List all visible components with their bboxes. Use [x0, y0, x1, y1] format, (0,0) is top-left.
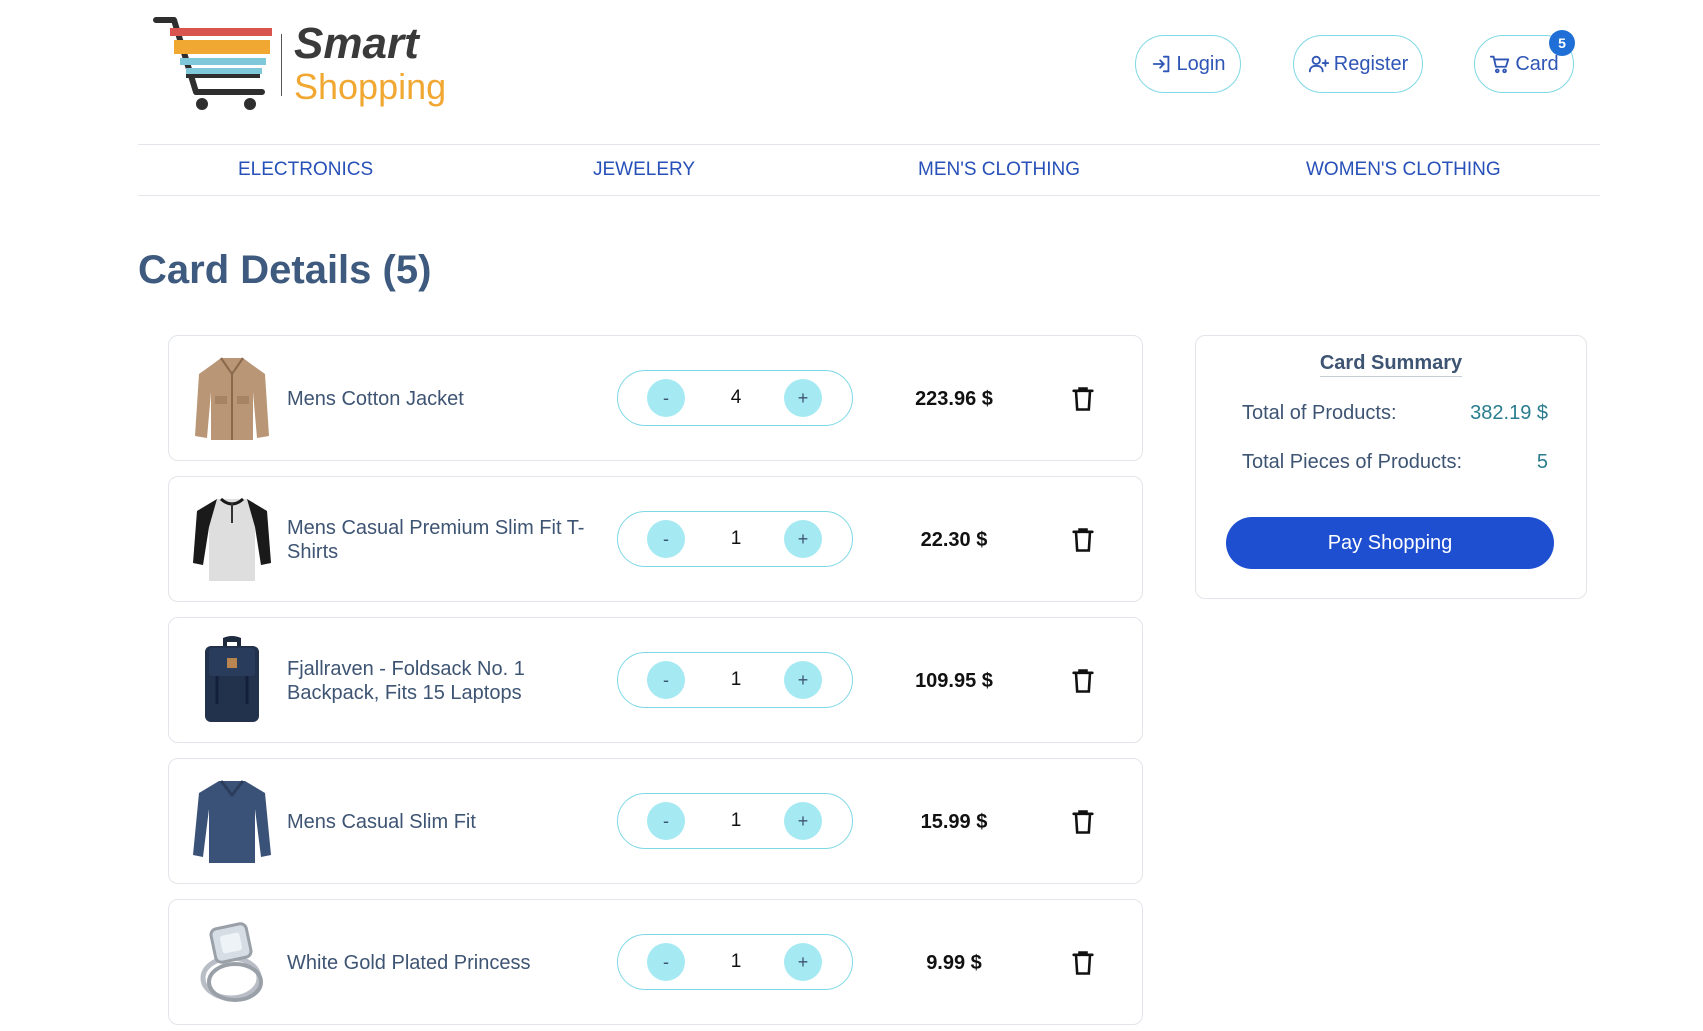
category-jewelery[interactable]: JEWELERY: [593, 159, 695, 181]
shopping-cart-logo-icon: [153, 17, 282, 110]
cart-item: Mens Cotton Jacket - 4 + 223.96 $: [168, 335, 1143, 461]
quantity-value: 1: [730, 809, 742, 831]
item-price: 15.99 $: [920, 810, 988, 833]
increase-quantity-button[interactable]: +: [784, 520, 822, 558]
product-name: Mens Casual Slim Fit: [287, 811, 476, 833]
category-nav: ELECTRONICS JEWELERY MEN'S CLOTHING WOME…: [138, 144, 1600, 196]
quantity-stepper: - 1 +: [617, 511, 853, 567]
cart-icon: [1490, 55, 1510, 74]
tshirt-icon: [193, 497, 271, 581]
item-price: 223.96 $: [915, 387, 993, 410]
trash-icon[interactable]: [1069, 808, 1097, 836]
longsleeve-icon: [193, 780, 271, 863]
product-name: Mens Cotton Jacket: [287, 388, 464, 410]
page-title: Card Details (5): [138, 248, 432, 292]
cart-summary-panel: Card Summary Total of Products: 382.19 $…: [1195, 335, 1587, 599]
category-womens-clothing[interactable]: WOMEN'S CLOTHING: [1306, 159, 1501, 181]
quantity-stepper: - 1 +: [617, 934, 853, 990]
increase-quantity-button[interactable]: +: [784, 379, 822, 417]
decrease-quantity-button[interactable]: -: [647, 661, 685, 699]
product-thumbnail: [191, 916, 273, 1008]
category-electronics[interactable]: ELECTRONICS: [238, 159, 373, 181]
cart-item: Mens Casual Slim Fit - 1 + 15.99 $: [168, 758, 1143, 884]
decrease-quantity-button[interactable]: -: [647, 520, 685, 558]
item-price: 109.95 $: [915, 669, 993, 692]
trash-icon[interactable]: [1069, 667, 1097, 695]
decrease-quantity-button[interactable]: -: [647, 802, 685, 840]
category-mens-clothing[interactable]: MEN'S CLOTHING: [918, 159, 1080, 181]
login-icon: [1152, 55, 1169, 73]
cart-item: Mens Casual Premium Slim Fit T-Shirts - …: [168, 476, 1143, 602]
quantity-value: 4: [730, 386, 742, 408]
quantity-stepper: - 4 +: [617, 370, 853, 426]
cart-label: Card: [1515, 52, 1559, 75]
cart-item: White Gold Plated Princess - 1 + 9.99 $: [168, 899, 1143, 1025]
item-price: 22.30 $: [920, 528, 988, 551]
quantity-value: 1: [730, 527, 742, 549]
brand-wordmark: Smart Shopping: [294, 20, 446, 106]
decrease-quantity-button[interactable]: -: [647, 379, 685, 417]
brand-name-bottom: Shopping: [294, 66, 447, 107]
total-products-label: Total of Products:: [1242, 402, 1397, 424]
item-price: 9.99 $: [926, 951, 982, 974]
add-user-icon: [1308, 55, 1329, 73]
brand-logo[interactable]: Smart Shopping: [152, 14, 462, 114]
trash-icon[interactable]: [1069, 385, 1097, 413]
increase-quantity-button[interactable]: +: [784, 943, 822, 981]
cart-button[interactable]: Card 5: [1474, 30, 1575, 93]
login-label: Login: [1176, 52, 1226, 75]
brand-name-top: Smart: [294, 19, 419, 68]
register-button[interactable]: Register: [1293, 35, 1423, 93]
login-button[interactable]: Login: [1135, 35, 1241, 93]
quantity-stepper: - 1 +: [617, 793, 853, 849]
product-thumbnail: [191, 634, 273, 726]
total-pieces-value: 5: [1536, 451, 1548, 473]
product-thumbnail: [191, 493, 273, 585]
summary-total-pieces-row: Total Pieces of Products: 5: [1242, 451, 1548, 474]
quantity-value: 1: [730, 668, 742, 690]
jacket-icon: [195, 357, 269, 440]
ring-icon: [200, 922, 263, 1002]
decrease-quantity-button[interactable]: -: [647, 943, 685, 981]
backpack-icon: [205, 636, 259, 722]
quantity-value: 1: [730, 950, 742, 972]
site-header: Smart Shopping Login Register Card 5 ELE…: [0, 0, 1703, 196]
product-thumbnail: [191, 352, 273, 444]
cart-item: Fjallraven - Foldsack No. 1 Backpack, Fi…: [168, 617, 1143, 743]
product-name: Mens Casual Premium Slim Fit T-Shirts: [287, 517, 585, 563]
product-name: Fjallraven - Foldsack No. 1 Backpack, Fi…: [287, 658, 525, 704]
summary-title: Card Summary: [1196, 352, 1586, 377]
product-name: White Gold Plated Princess: [287, 952, 531, 974]
summary-title-text: Card Summary: [1319, 352, 1463, 377]
register-label: Register: [1333, 52, 1409, 75]
product-thumbnail: [191, 775, 273, 867]
total-pieces-label: Total Pieces of Products:: [1242, 451, 1463, 473]
summary-total-products-row: Total of Products: 382.19 $: [1242, 402, 1548, 425]
total-products-value: 382.19 $: [1470, 402, 1548, 424]
increase-quantity-button[interactable]: +: [784, 802, 822, 840]
trash-icon[interactable]: [1069, 526, 1097, 554]
increase-quantity-button[interactable]: +: [784, 661, 822, 699]
trash-icon[interactable]: [1069, 949, 1097, 977]
pay-shopping-button[interactable]: Pay Shopping: [1226, 517, 1554, 569]
quantity-stepper: - 1 +: [617, 652, 853, 708]
cart-count-badge: 5: [1549, 30, 1575, 56]
